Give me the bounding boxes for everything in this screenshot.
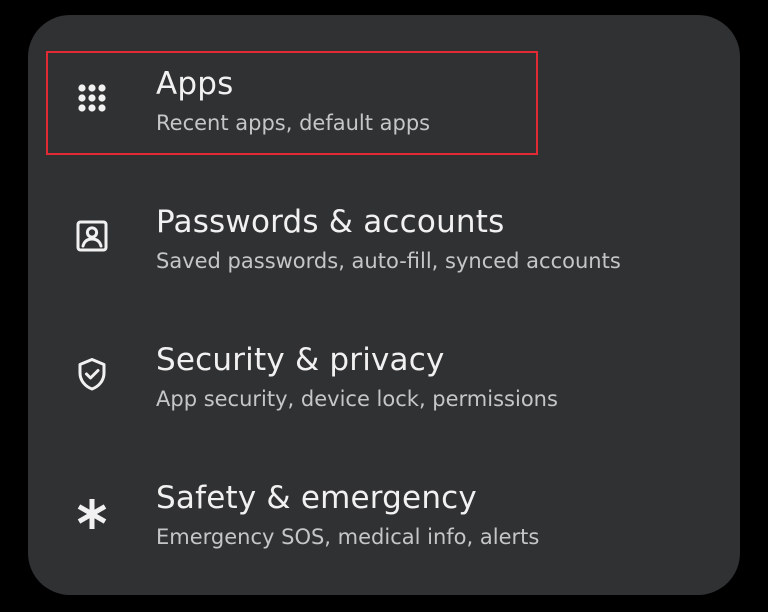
asterisk-icon (77, 499, 107, 529)
account-box-icon (76, 220, 108, 252)
settings-item-subtitle: Emergency SOS, medical info, alerts (156, 525, 540, 549)
settings-item-title: Safety & emergency (156, 480, 477, 516)
apps-grid-icon (78, 84, 106, 112)
settings-item-title: Security & privacy (156, 342, 445, 378)
settings-item-safety-emergency[interactable]: Safety & emergency Emergency SOS, medica… (48, 467, 540, 567)
settings-item-title: Apps (156, 66, 234, 102)
settings-item-security-privacy[interactable]: Security & privacy App security, device … (48, 329, 558, 429)
settings-item-subtitle: Recent apps, default apps (156, 111, 431, 135)
shield-check-icon (78, 358, 106, 391)
settings-item-apps[interactable]: Apps Recent apps, default apps (46, 51, 538, 155)
settings-item-title: Passwords & accounts (156, 204, 505, 240)
settings-item-subtitle: App security, device lock, permissions (156, 387, 558, 411)
settings-item-subtitle: Saved passwords, auto-fill, synced accou… (156, 249, 621, 273)
settings-item-passwords-accounts[interactable]: Passwords & accounts Saved passwords, au… (48, 191, 621, 291)
